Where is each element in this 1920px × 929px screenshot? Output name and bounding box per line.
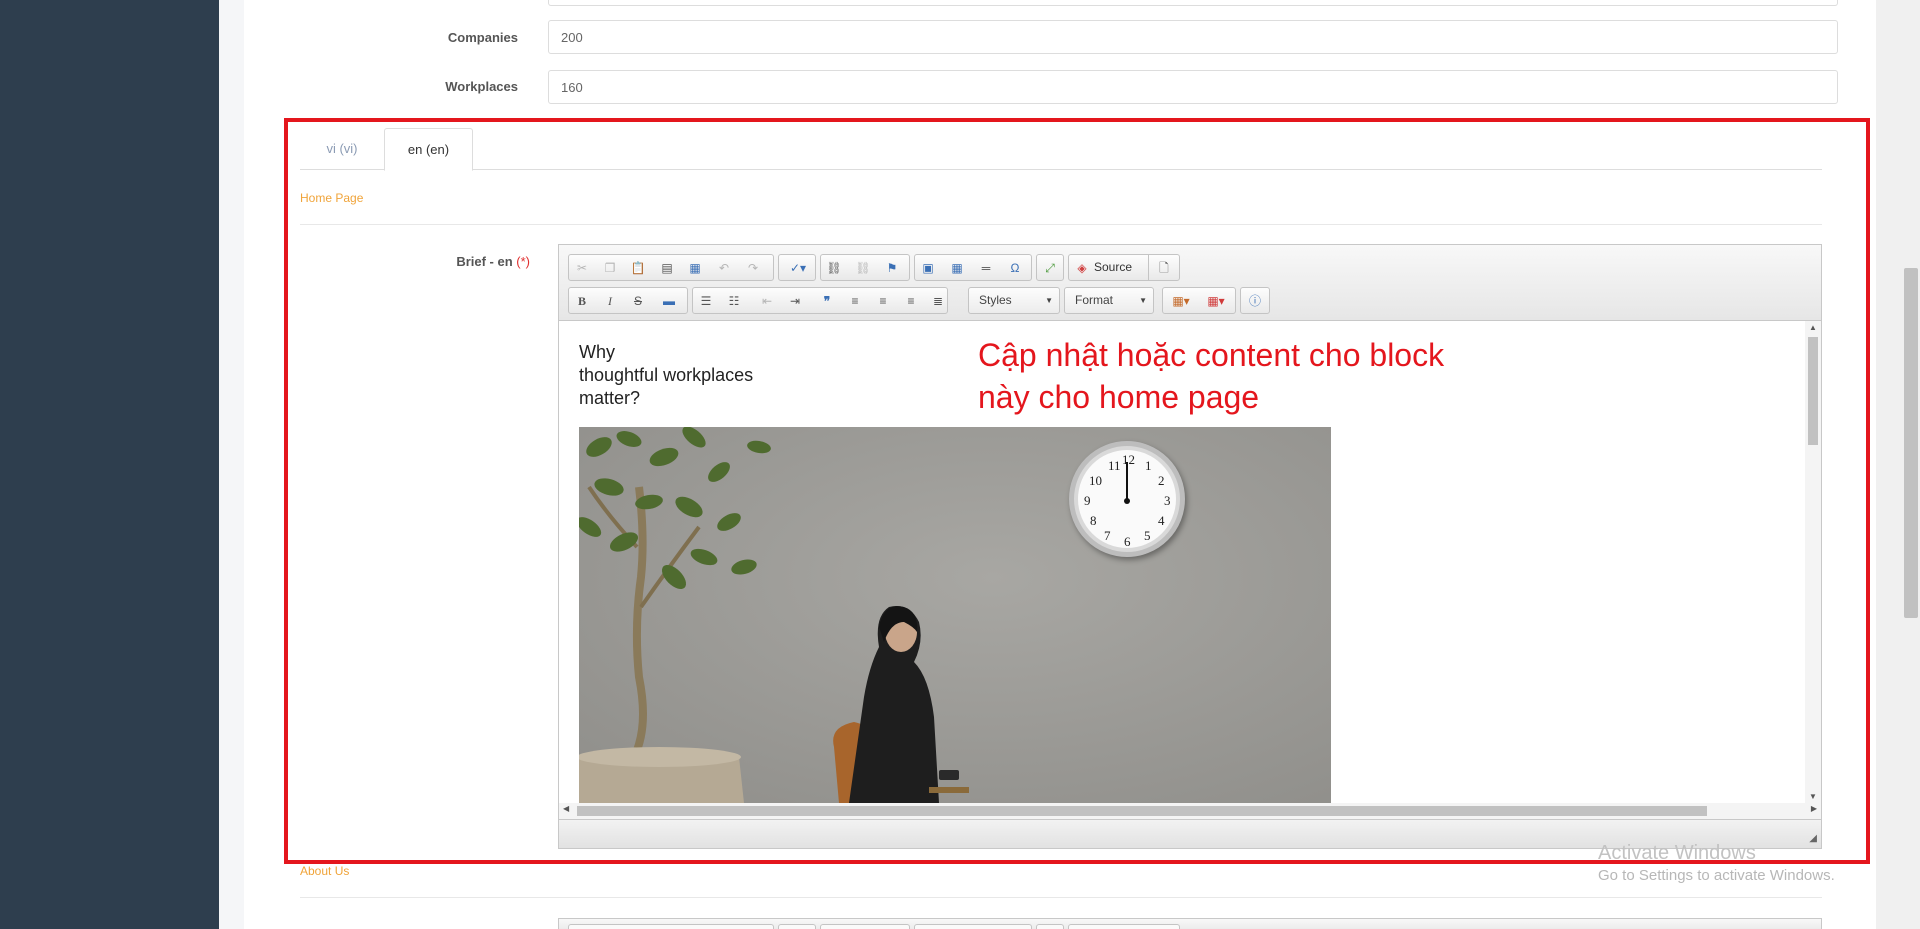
section-divider-2	[300, 897, 1822, 898]
workplaces-input[interactable]: 160	[548, 70, 1838, 104]
about-toolbar-group-6	[1068, 924, 1180, 929]
about-toolbar-group-3	[820, 924, 910, 929]
section-about-us: About Us	[300, 864, 350, 878]
annotation-highlight-box	[284, 118, 1870, 864]
about-toolbar-group-4	[914, 924, 1032, 929]
about-toolbar-group-2	[778, 924, 816, 929]
companies-input[interactable]: 200	[548, 20, 1838, 54]
about-us-editor	[558, 918, 1822, 929]
page-scrollbar[interactable]	[1876, 0, 1920, 929]
activate-windows-subtitle: Go to Settings to activate Windows.	[1598, 867, 1835, 884]
annotation-note: Cập nhật hoặc content cho block này cho …	[978, 337, 1445, 415]
about-toolbar-group-1	[568, 924, 774, 929]
workplaces-label: Workplaces	[445, 79, 518, 94]
activate-windows-title: Activate Windows	[1598, 842, 1756, 864]
page-scrollbar-thumb[interactable]	[1904, 268, 1918, 618]
companies-label: Companies	[447, 30, 518, 45]
about-toolbar-group-5	[1036, 924, 1064, 929]
previous-field-input[interactable]	[548, 0, 1838, 6]
sidebar	[0, 0, 219, 929]
